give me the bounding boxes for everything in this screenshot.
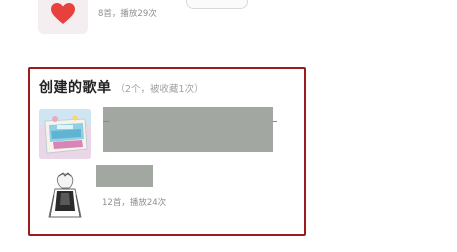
redacted-playlist-info	[103, 107, 273, 152]
created-playlists-header[interactable]: 创建的歌单 （2个，被收藏1次）	[39, 77, 204, 97]
redacted-playlist-title	[96, 165, 153, 187]
playlist-item[interactable]	[37, 107, 299, 159]
created-playlists-title: 创建的歌单	[39, 80, 112, 96]
playlist-meta: 12首，播放24次	[102, 198, 167, 208]
playlist-cover-image	[39, 109, 91, 159]
divider-mark	[273, 121, 277, 122]
liked-songs-row[interactable]: 8首，播放29次	[0, 0, 457, 40]
divider-mark	[103, 121, 109, 122]
heart-mode-pill[interactable]	[186, 0, 248, 9]
playlist-cover-image	[41, 171, 91, 221]
heart-icon	[38, 0, 88, 34]
created-playlists-subtitle: （2个，被收藏1次）	[115, 84, 204, 95]
playlist-item[interactable]: 12首，播放24次	[37, 165, 299, 225]
liked-songs-meta: 8首，播放29次	[98, 9, 157, 19]
created-playlists-card: 创建的歌单 （2个，被收藏1次） 12首，播放24次	[28, 67, 306, 236]
